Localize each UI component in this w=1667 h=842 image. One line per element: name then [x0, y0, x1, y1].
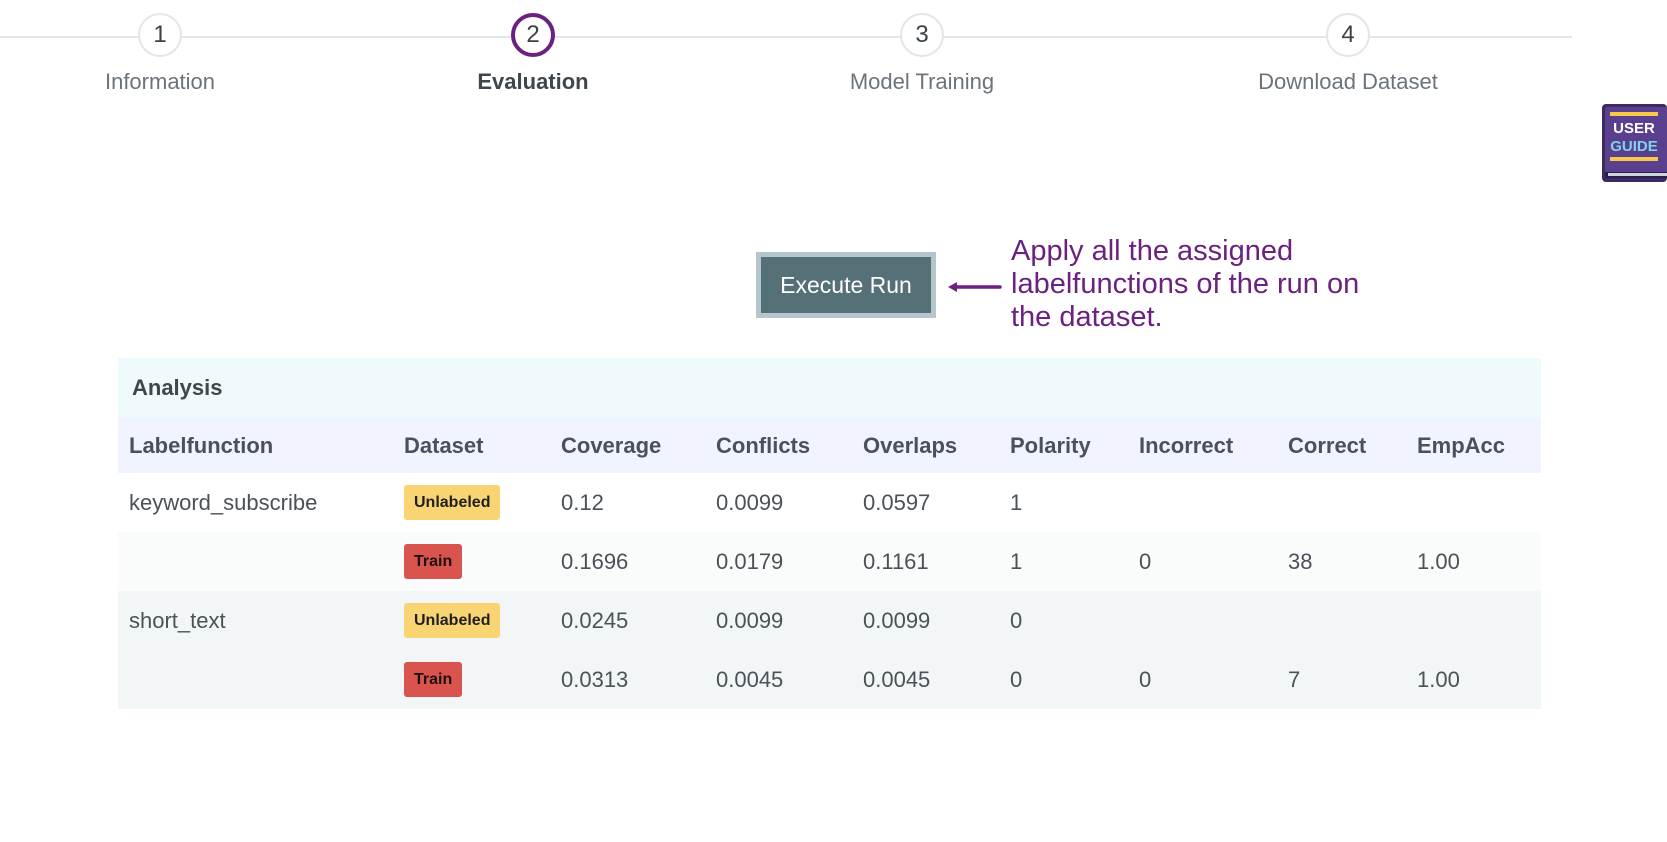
step-number: 3	[900, 13, 944, 57]
cell-coverage: 0.0313	[561, 666, 629, 692]
step-model-training[interactable]: 3 Model Training	[792, 13, 1052, 95]
page: 1 Information 2 Evaluation 3 Model Train…	[0, 0, 1667, 842]
cell-conflicts: 0.0099	[716, 607, 784, 633]
cell-polarity: 1	[1010, 548, 1023, 574]
cell-polarity: 0	[1010, 666, 1023, 692]
table-row: Train 0.0313 0.0045 0.0045 0 0 7 1.00	[118, 650, 1541, 709]
column-header-polarity[interactable]: Polarity	[999, 418, 1128, 473]
cell-coverage: 0.0245	[561, 607, 629, 633]
cell-polarity: 0	[1010, 607, 1023, 633]
column-header-incorrect[interactable]: Incorrect	[1128, 418, 1277, 473]
dataset-badge-unlabeled: Unlabeled	[404, 603, 501, 638]
table-row: short_text Unlabeled 0.0245 0.0099 0.009…	[118, 591, 1541, 650]
cell-overlaps: 0.0597	[863, 489, 931, 515]
execute-run-button[interactable]: Execute Run	[756, 252, 936, 318]
cell-correct: 7	[1288, 666, 1301, 692]
cell-dataset: Train	[393, 650, 550, 709]
arrow-left-icon	[948, 282, 1002, 292]
column-header-empacc[interactable]: EmpAcc	[1406, 418, 1541, 473]
column-header-dataset[interactable]: Dataset	[393, 418, 550, 473]
cell-overlaps: 0.1161	[863, 548, 929, 574]
cell-coverage: 0.1696	[561, 548, 629, 574]
step-label: Information	[104, 69, 216, 94]
execute-run-hint: Apply all the assigned labelfunctions of…	[1011, 235, 1360, 333]
dataset-badge-unlabeled: Unlabeled	[404, 485, 501, 520]
user-guide-book-icon: USER GUIDE	[1602, 104, 1667, 182]
cell-incorrect: 0	[1139, 666, 1152, 692]
cell-dataset: Unlabeled	[393, 591, 550, 650]
cell-incorrect	[1128, 591, 1277, 650]
user-guide-line2: GUIDE	[1610, 138, 1658, 155]
cell-conflicts: 0.0099	[716, 489, 784, 515]
step-information[interactable]: 1 Information	[30, 13, 290, 95]
cell-conflicts: 0.0045	[716, 666, 784, 692]
step-label: Model Training	[849, 69, 995, 94]
step-number: 4	[1326, 13, 1370, 57]
step-download-dataset[interactable]: 4 Download Dataset	[1218, 13, 1478, 95]
cell-labelfunction: keyword_subscribe	[129, 489, 318, 515]
column-header-coverage[interactable]: Coverage	[550, 418, 705, 473]
column-header-conflicts[interactable]: Conflicts	[705, 418, 852, 473]
column-header-labelfunction[interactable]: Labelfunction	[118, 418, 393, 473]
analysis-title: Analysis	[118, 358, 1541, 418]
step-label: Evaluation	[477, 69, 589, 94]
cell-correct	[1277, 473, 1406, 532]
analysis-panel: Analysis Labelfunction Dataset Coverage …	[118, 358, 1541, 709]
cell-labelfunction: short_text	[129, 607, 226, 633]
step-evaluation[interactable]: 2 Evaluation	[403, 13, 663, 95]
cell-overlaps: 0.0045	[863, 666, 931, 692]
cell-empacc	[1406, 473, 1541, 532]
analysis-table: Labelfunction Dataset Coverage Conflicts…	[118, 418, 1541, 709]
cell-correct: 38	[1288, 548, 1313, 574]
step-number: 2	[511, 13, 555, 57]
user-guide-button[interactable]: USER GUIDE	[1602, 104, 1667, 182]
cell-labelfunction	[118, 650, 393, 709]
table-row: Train 0.1696 0.0179 0.1161 1 0 38 1.00	[118, 532, 1541, 591]
cell-incorrect	[1128, 473, 1277, 532]
cell-overlaps: 0.0099	[863, 607, 931, 633]
cell-empacc: 1.00	[1417, 666, 1460, 692]
cell-incorrect: 0	[1139, 548, 1152, 574]
cell-empacc	[1406, 591, 1541, 650]
dataset-badge-train: Train	[404, 662, 463, 697]
cell-dataset: Unlabeled	[393, 473, 550, 532]
cell-correct	[1277, 591, 1406, 650]
cell-dataset: Train	[393, 532, 550, 591]
cell-coverage: 0.12	[561, 489, 604, 515]
user-guide-line1: USER	[1613, 120, 1655, 137]
cell-polarity: 1	[1010, 489, 1023, 515]
table-header-row: Labelfunction Dataset Coverage Conflicts…	[118, 418, 1541, 473]
cell-conflicts: 0.0179	[716, 548, 784, 574]
dataset-badge-train: Train	[404, 544, 463, 579]
step-number: 1	[138, 13, 182, 57]
column-header-correct[interactable]: Correct	[1277, 418, 1406, 473]
step-label: Download Dataset	[1258, 69, 1438, 94]
cell-empacc: 1.00	[1417, 548, 1460, 574]
table-row: keyword_subscribe Unlabeled 0.12 0.0099 …	[118, 473, 1541, 532]
cell-labelfunction	[118, 532, 393, 591]
column-header-overlaps[interactable]: Overlaps	[852, 418, 999, 473]
